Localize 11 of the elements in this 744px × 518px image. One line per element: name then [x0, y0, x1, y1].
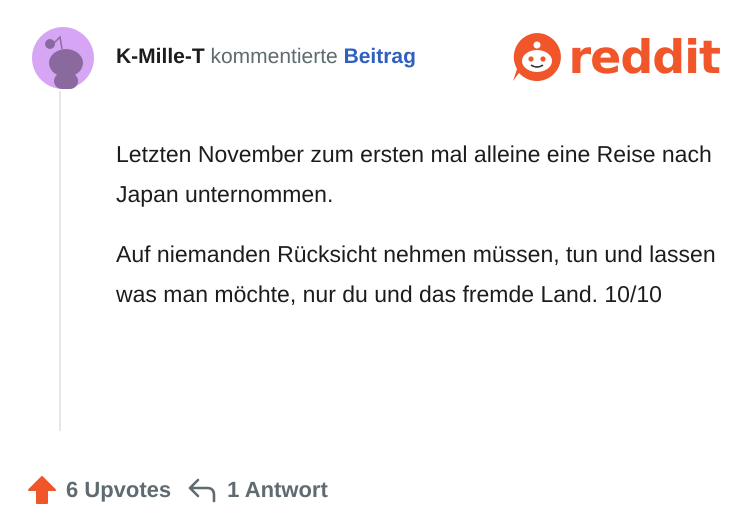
- reddit-mascot-icon: [510, 31, 562, 83]
- comment-byline: K-Mille-T kommentierte Beitrag: [116, 45, 416, 69]
- reddit-logo: reddit: [568, 34, 720, 80]
- reply-count[interactable]: 1 Antwort: [227, 477, 328, 503]
- comment-paragraph: Letzten November zum ersten mal alleine eine Reise nach Japan unternommen.: [116, 140, 713, 209]
- upvote-arrow-icon[interactable]: [28, 476, 56, 504]
- comment-paragraph: Auf niemanden Rücksicht nehmen müssen, tun und lassen was man möchte, nur du und das fremde Land. 10/10: [116, 240, 716, 309]
- avatar-icon: [32, 27, 94, 89]
- reply-arrow-icon[interactable]: [187, 477, 218, 503]
- post-link[interactable]: Beitrag: [344, 45, 416, 68]
- upvote-count: 6 Upvotes: [66, 477, 172, 503]
